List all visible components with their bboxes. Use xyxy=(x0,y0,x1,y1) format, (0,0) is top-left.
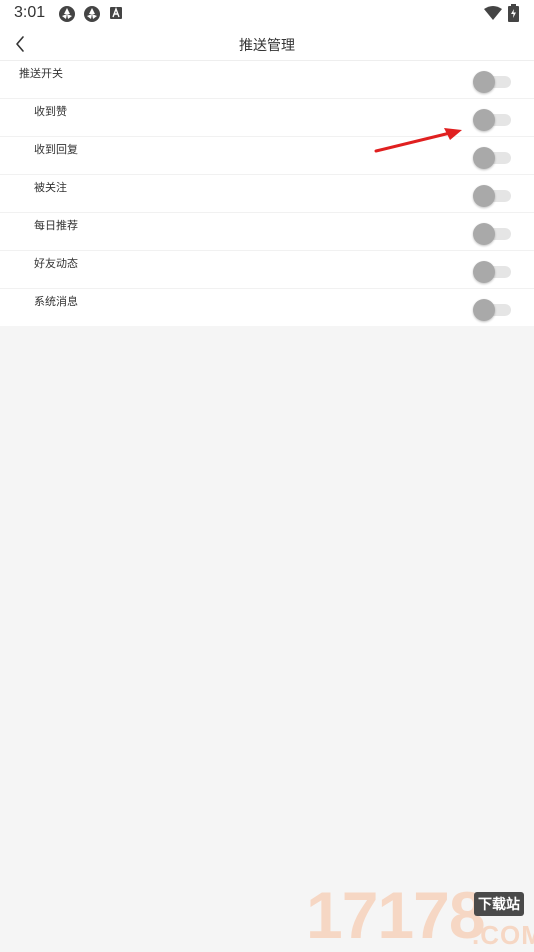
replies-toggle[interactable] xyxy=(473,147,511,169)
setting-row-system-messages: 系统消息 xyxy=(0,289,534,326)
setting-row-followed: 被关注 xyxy=(0,175,534,213)
setting-row-daily-picks: 每日推荐 xyxy=(0,213,534,251)
setting-label: 被关注 xyxy=(34,181,67,194)
setting-row-friend-activity: 好友动态 xyxy=(0,251,534,289)
wifi-icon xyxy=(484,6,502,20)
setting-row-push-master: 推送开关 xyxy=(0,61,534,99)
friend-activity-toggle[interactable] xyxy=(473,261,511,283)
page-title: 推送管理 xyxy=(239,38,295,54)
watermark-tag: 下载站 xyxy=(474,892,524,916)
followed-toggle[interactable] xyxy=(473,185,511,207)
watermark-logo: 17178 下载站 .COM xyxy=(306,880,534,950)
setting-label: 收到赞 xyxy=(34,105,67,118)
toggle-knob xyxy=(473,223,495,245)
daily-picks-toggle[interactable] xyxy=(473,223,511,245)
toggle-knob xyxy=(473,147,495,169)
toggle-knob xyxy=(473,261,495,283)
likes-toggle[interactable] xyxy=(473,109,511,131)
watermark-number: 17178 xyxy=(306,878,486,952)
font-a-icon xyxy=(110,7,122,19)
setting-label: 系统消息 xyxy=(34,295,78,308)
setting-label: 每日推荐 xyxy=(34,219,78,232)
aperture-icon xyxy=(59,6,75,22)
toggle-knob xyxy=(473,109,495,131)
setting-label: 好友动态 xyxy=(34,257,78,270)
toggle-knob xyxy=(473,185,495,207)
status-time: 3:01 xyxy=(14,4,46,21)
annotation-arrow-icon xyxy=(374,128,462,153)
app-bar: 推送管理 xyxy=(0,28,534,61)
battery-charging-icon xyxy=(508,4,519,22)
toggle-knob xyxy=(473,71,495,93)
setting-label: 收到回复 xyxy=(34,143,78,156)
aperture-icon xyxy=(84,6,100,22)
toggle-knob xyxy=(473,299,495,321)
status-bar: 3:01 xyxy=(0,0,534,28)
system-messages-toggle[interactable] xyxy=(473,299,511,321)
setting-label: 推送开关 xyxy=(19,67,63,80)
watermark-domain: .COM xyxy=(472,920,534,950)
push-master-toggle[interactable] xyxy=(473,71,511,93)
push-settings-list: 推送开关 收到赞 收到回复 被关注 每日推荐 好友动态 系统消息 xyxy=(0,61,534,326)
